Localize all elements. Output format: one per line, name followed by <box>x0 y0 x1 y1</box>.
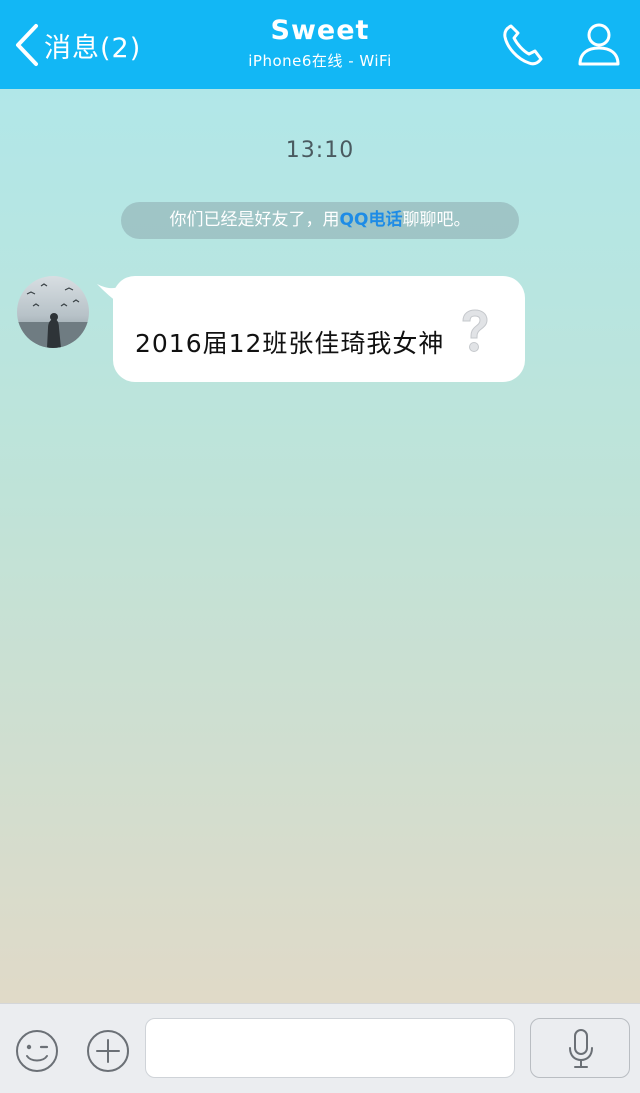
chat-title: Sweet <box>270 15 370 46</box>
system-notice-suffix: 聊聊吧。 <box>402 210 471 230</box>
message-text: 2016届12班张佳琦我女神 <box>135 329 445 358</box>
message-timestamp: 13:10 <box>285 138 355 163</box>
system-notice: 你们已经是好友了，用QQ电话聊聊吧。 <box>121 202 519 239</box>
chat-title-block: Sweet iPhone6在线 - WiFi <box>170 14 470 72</box>
system-notice-prefix: 你们已经是好友了，用 <box>169 210 340 230</box>
avatar-image <box>17 276 89 348</box>
question-mark-icon <box>462 309 488 352</box>
microphone-icon <box>569 1029 593 1068</box>
chevron-left-icon <box>16 24 38 66</box>
online-status: iPhone6在线 - WiFi <box>248 52 392 70</box>
input-bar <box>0 1003 640 1093</box>
contact-icon[interactable] <box>574 20 624 70</box>
message-input[interactable] <box>145 1018 515 1078</box>
phone-icon[interactable] <box>497 20 547 70</box>
emoji-icon[interactable] <box>14 1028 60 1074</box>
voice-button[interactable] <box>530 1018 630 1078</box>
avatar[interactable] <box>17 276 89 348</box>
plus-icon[interactable] <box>85 1028 131 1074</box>
qq-call-link[interactable]: QQ电话 <box>340 210 403 230</box>
top-nav-bar: 消息(2) Sweet iPhone6在线 - WiFi <box>0 0 640 89</box>
message-bubble[interactable]: 2016届12班张佳琦我女神 <box>113 276 525 382</box>
back-label: 消息(2) <box>44 32 142 64</box>
back-button[interactable]: 消息(2) <box>12 22 141 68</box>
